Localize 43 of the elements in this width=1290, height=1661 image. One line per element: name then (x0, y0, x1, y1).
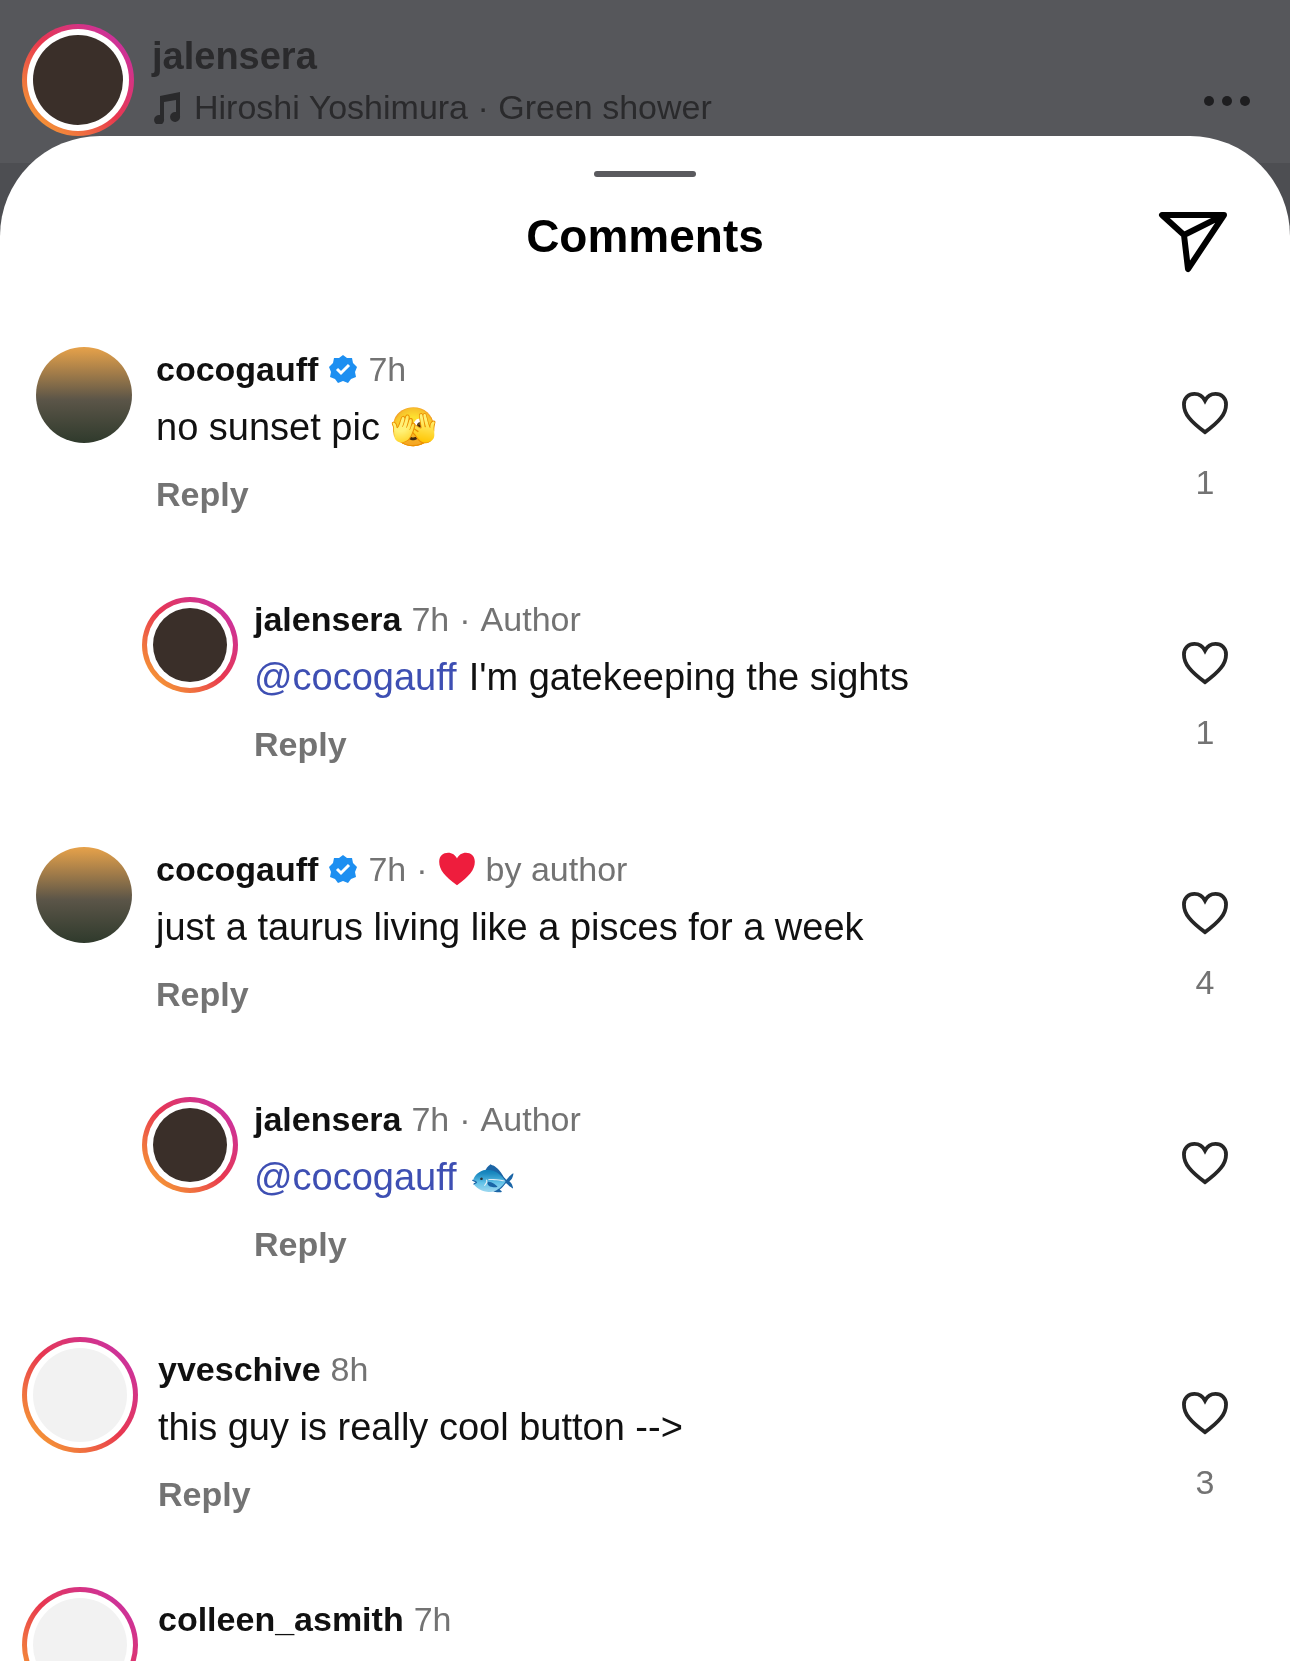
like-count: 3 (1195, 1462, 1215, 1503)
mention-link[interactable]: @cocogauff (254, 1148, 457, 1206)
author-label: Author (480, 598, 581, 640)
drag-handle[interactable] (594, 171, 696, 177)
timestamp: 7h (411, 598, 450, 640)
mention-link[interactable]: @cocogauff (254, 648, 457, 706)
separator-dot: · (459, 1098, 471, 1140)
username[interactable]: colleen_asmith (158, 1593, 404, 1645)
sheet-title: Comments (526, 208, 764, 264)
comment-text: just a taurus living like a pisces for a week (156, 904, 864, 950)
comment-text: I'm gatekeeping the sights (468, 654, 909, 700)
username[interactable]: cocogauff (156, 843, 319, 895)
timestamp: 7h (411, 1098, 450, 1140)
timestamp: 7h (413, 1598, 452, 1640)
reply-button[interactable]: Reply (158, 1469, 251, 1520)
like-count: 4 (1195, 962, 1215, 1003)
separator-dot: · (459, 598, 471, 640)
like-icon[interactable] (1181, 891, 1229, 935)
music-note-icon (152, 91, 182, 124)
like-icon[interactable] (1181, 1391, 1229, 1435)
separator-dot: · (416, 848, 428, 890)
comment-text: 🐟 (468, 1154, 516, 1200)
timestamp: 8h (330, 1348, 369, 1390)
like-count: 1 (1195, 712, 1215, 753)
send-icon[interactable] (1158, 211, 1228, 273)
username[interactable]: jalensera (254, 593, 402, 645)
username[interactable]: jalensera (254, 1093, 402, 1145)
like-icon[interactable] (1181, 641, 1229, 685)
reply-button[interactable]: Reply (156, 969, 249, 1020)
reply-button[interactable]: Reply (156, 469, 249, 520)
liked-label: by author (485, 848, 628, 890)
like-icon[interactable] (1181, 1141, 1229, 1185)
like-count: 1 (1195, 462, 1215, 503)
reply-button[interactable]: Reply (254, 719, 347, 770)
comment-text: this guy is really cool button --> (158, 1404, 683, 1450)
author-label: Author (480, 1098, 581, 1140)
comment-text: no sunset pic 🫣 (156, 404, 438, 450)
timestamp: 7h (368, 848, 407, 890)
like-icon[interactable] (1181, 391, 1229, 435)
timestamp: 7h (368, 348, 407, 390)
username[interactable]: yveschive (158, 1343, 321, 1395)
reply-button[interactable]: Reply (254, 1219, 347, 1270)
username[interactable]: cocogauff (156, 343, 319, 395)
